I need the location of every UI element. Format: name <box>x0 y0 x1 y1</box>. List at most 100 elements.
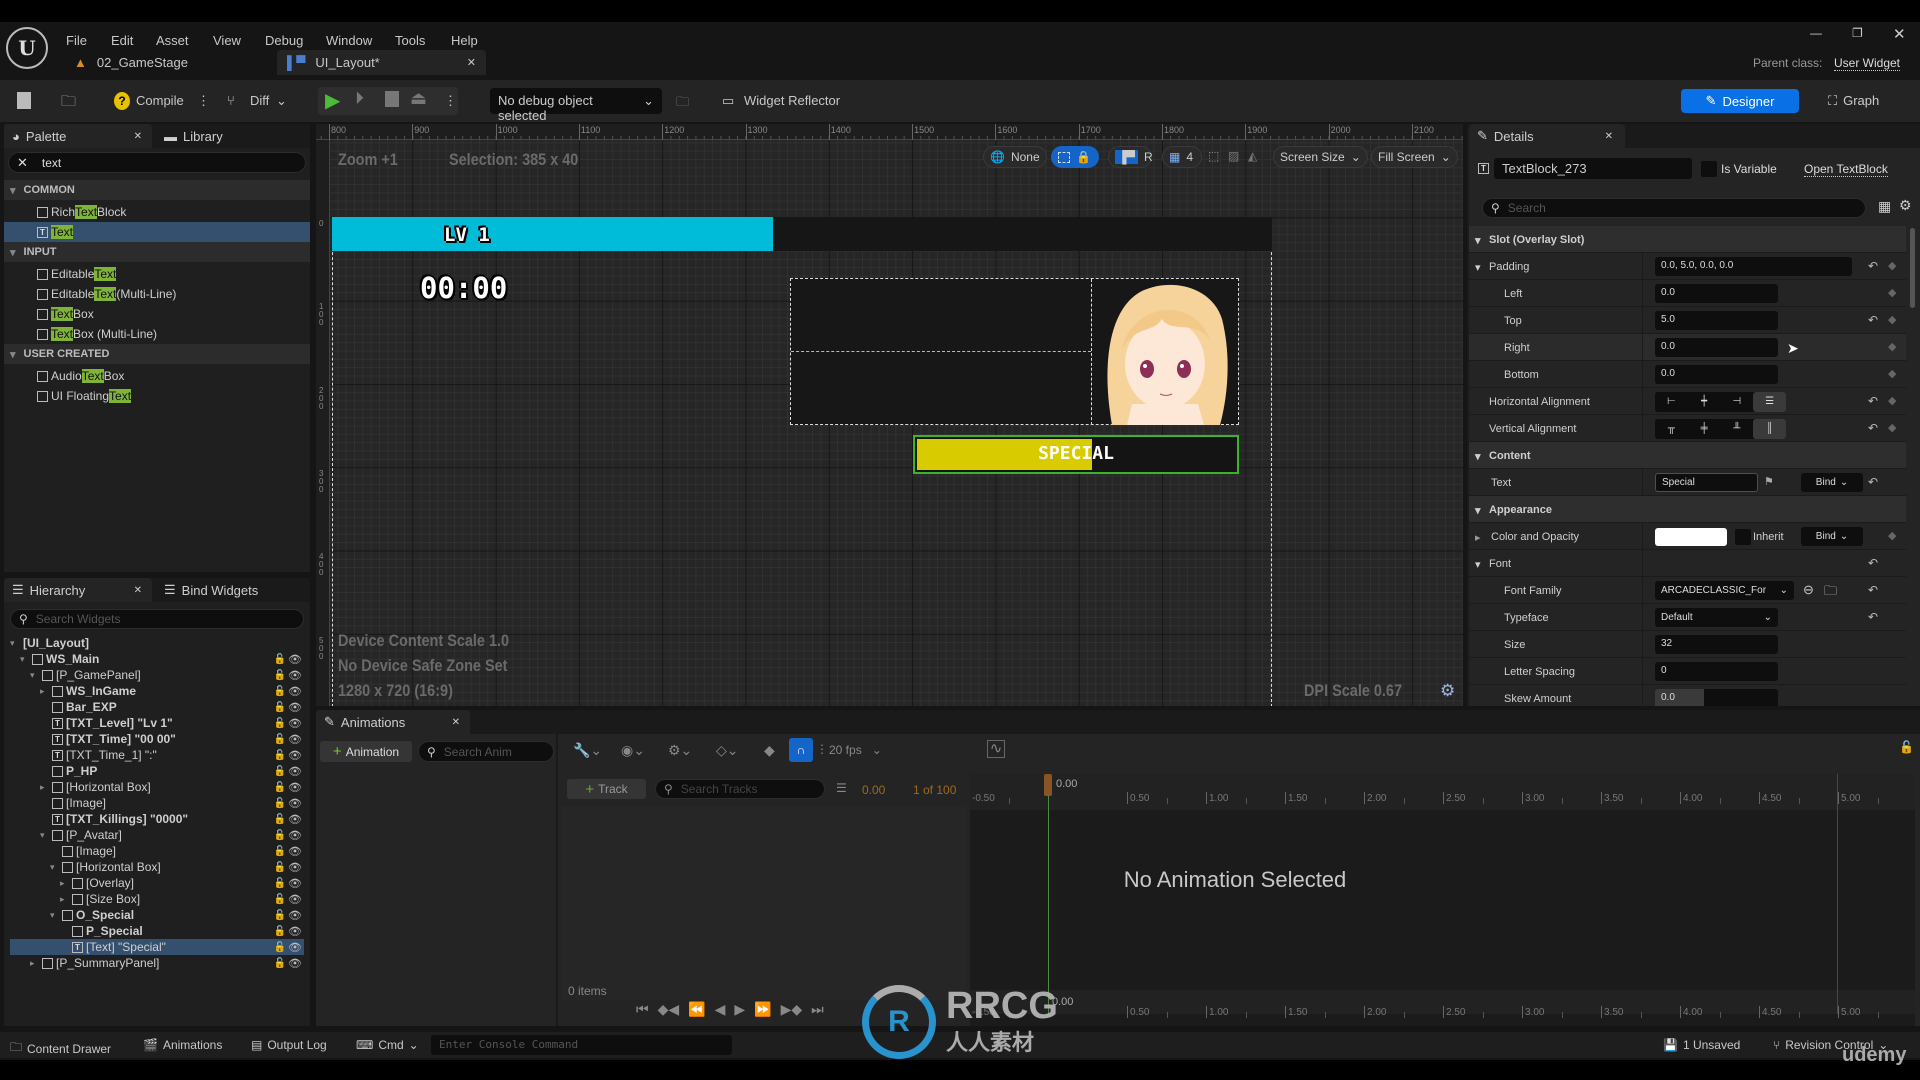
designer-button[interactable]: ✎ Designer <box>1681 89 1799 113</box>
palette-item[interactable]: Editable Text (Multi-Line) <box>4 284 310 304</box>
restore-button[interactable]: ❐ <box>1852 26 1863 40</box>
keyframe-icon[interactable]: ◆ <box>1888 313 1896 326</box>
auto-key-icon[interactable]: ◆ <box>764 742 775 759</box>
graph-button[interactable]: ⛶ Graph <box>1828 93 1879 109</box>
visibility-eye-icon[interactable]: 👁 <box>288 925 302 938</box>
localization-preview-button[interactable]: 🌐 None <box>983 146 1047 168</box>
visibility-eye-icon[interactable]: 👁 <box>288 733 302 746</box>
tab-ui-layout[interactable]: ▌▀ UI_Layout* ✕ <box>277 50 486 75</box>
padding-left-input[interactable]: 0.0 <box>1655 284 1778 303</box>
lock-icon[interactable]: 🔓 <box>274 894 286 905</box>
tab-02-gamestage[interactable]: ▲ 02_GameStage <box>64 50 264 75</box>
play-icon[interactable]: ▶ <box>325 88 340 113</box>
hierarchy-item[interactable]: P_HP 🔓 👁 <box>10 763 304 779</box>
play-options-icon[interactable]: ⋮ <box>444 93 457 109</box>
tab-bind-widgets[interactable]: ☰ Bind Widgets <box>156 578 258 602</box>
lock-icon[interactable]: 🔓 <box>274 878 286 889</box>
menu-help[interactable]: Help <box>451 33 478 48</box>
special-bar[interactable]: SPECIAL <box>913 435 1239 474</box>
snap-magnet-icon[interactable]: ∩ <box>789 738 813 762</box>
settings-gear-icon[interactable]: ⚙ <box>1899 197 1912 214</box>
minimize-button[interactable]: — <box>1810 26 1822 40</box>
menu-view[interactable]: View <box>213 33 241 48</box>
hierarchy-item[interactable]: Bar_EXP 🔓 👁 <box>10 699 304 715</box>
unsaved-button[interactable]: 💾 1 Unsaved <box>1663 1038 1740 1052</box>
reset-icon[interactable]: ↶ <box>1868 610 1878 624</box>
hierarchy-item[interactable]: ▾ [P_Avatar] 🔓 👁 <box>10 827 304 843</box>
open-textblock-link[interactable]: Open TextBlock <box>1804 162 1888 177</box>
collapse-icon[interactable]: ▾ <box>1475 261 1481 274</box>
visibility-eye-icon[interactable]: 👁 <box>288 701 302 714</box>
respect-locks-toggle[interactable]: ▐▀ R <box>1108 146 1153 168</box>
hierarchy-search-input[interactable]: ⚲ Search Widgets <box>10 609 304 629</box>
hierarchy-item[interactable]: T [TXT_Time_1] ":" 🔓 👁 <box>10 747 304 763</box>
hierarchy-item[interactable]: ▸ WS_InGame 🔓 👁 <box>10 683 304 699</box>
collapse-icon[interactable]: ▾ <box>50 910 60 921</box>
visibility-eye-icon[interactable]: 👁 <box>288 717 302 730</box>
view-options-icon[interactable]: ◉⌄ <box>621 742 645 759</box>
inherit-checkbox[interactable] <box>1735 529 1751 545</box>
hierarchy-item[interactable]: ▾ [Horizontal Box] 🔓 👁 <box>10 859 304 875</box>
visibility-eye-icon[interactable]: 👁 <box>288 845 302 858</box>
clear-search-icon[interactable]: ✕ <box>17 155 28 171</box>
align-top-icon[interactable]: ╥ <box>1655 419 1688 439</box>
cmd-dropdown[interactable]: ⌨ Cmd ⌄ <box>356 1038 419 1052</box>
parent-class-link[interactable]: User Widget <box>1834 56 1901 71</box>
menu-window[interactable]: Window <box>326 33 372 48</box>
hierarchy-item[interactable]: P_Special 🔓 👁 <box>10 923 304 939</box>
text-bind-dropdown[interactable]: Bind ⌄ <box>1801 473 1863 492</box>
reset-icon[interactable]: ↶ <box>1868 421 1878 435</box>
find-debug-icon[interactable]: 🗀 <box>676 93 689 115</box>
palette-category[interactable]: ▾ COMMON <box>4 180 310 200</box>
lock-icon[interactable]: 🔓 <box>274 846 286 857</box>
reset-icon[interactable]: ↶ <box>1868 556 1878 570</box>
add-animation-button[interactable]: + Animation <box>320 741 412 762</box>
widget-reflector-button[interactable]: Widget Reflector <box>744 93 840 108</box>
color-bind-dropdown[interactable]: Bind ⌄ <box>1801 527 1863 546</box>
select-mode-icon[interactable]: ⬚ <box>1208 149 1219 163</box>
unreal-logo-icon[interactable]: U <box>6 27 48 69</box>
playhead[interactable] <box>1048 774 1049 1014</box>
close-window-button[interactable]: ✕ <box>1893 25 1906 43</box>
browse-icon[interactable]: 🗀 <box>61 91 76 116</box>
align-fill-icon[interactable]: ☰ <box>1753 392 1786 412</box>
reset-icon[interactable]: ↶ <box>1868 583 1878 597</box>
palette-item[interactable]: Text Box (Multi-Line) <box>4 324 310 344</box>
hierarchy-item[interactable]: T [TXT_Level] "Lv 1" 🔓 👁 <box>10 715 304 731</box>
localization-flag-icon[interactable]: ⚑ <box>1764 475 1774 488</box>
lock-icon[interactable]: 🔓 <box>274 734 286 745</box>
use-selected-asset-icon[interactable]: ⊖ <box>1803 582 1814 598</box>
hierarchy-item[interactable]: ▾ WS_Main 🔓 👁 <box>10 651 304 667</box>
console-command-input[interactable]: Enter Console Command <box>431 1035 732 1055</box>
skew-amount-input[interactable]: 0.0 <box>1655 689 1778 706</box>
visibility-eye-icon[interactable]: 👁 <box>288 861 302 874</box>
key-options-icon[interactable]: ◇⌄ <box>716 742 739 759</box>
previous-key-icon[interactable]: ◆◀ <box>658 1001 680 1018</box>
menu-edit[interactable]: Edit <box>111 33 133 48</box>
padding-top-input[interactable]: 5.0 <box>1655 311 1778 330</box>
typeface-dropdown[interactable]: Default ⌄ <box>1655 608 1778 627</box>
flip-icon[interactable]: ◭ <box>1248 149 1257 163</box>
screen-size-dropdown[interactable]: Screen Size ⌄ <box>1273 146 1368 168</box>
details-search-input[interactable]: ⚲ Search <box>1482 198 1866 218</box>
keyframe-icon[interactable]: ◆ <box>1888 340 1896 353</box>
lock-icon[interactable]: 🔓 <box>274 686 286 697</box>
close-tab-icon[interactable]: ✕ <box>452 717 460 728</box>
search-animations-input[interactable]: ⚲ Search Anim <box>418 741 554 762</box>
lock-icon[interactable]: 🔓 <box>274 798 286 809</box>
tab-palette[interactable]: ◕ Palette ✕ <box>4 124 152 148</box>
snap-options-icon[interactable]: ⋮ <box>816 742 828 756</box>
close-tab-icon[interactable]: ✕ <box>134 585 142 596</box>
reset-icon[interactable]: ↶ <box>1868 313 1878 327</box>
background-image-icon[interactable]: ▨ <box>1228 149 1239 163</box>
level-text[interactable]: LV 1 <box>444 224 490 246</box>
padding-bottom-input[interactable]: 0.0 <box>1655 365 1778 384</box>
padding-input[interactable]: 0.0, 5.0, 0.0, 0.0 <box>1655 257 1852 276</box>
step-back-icon[interactable]: ⏪ <box>688 1001 705 1018</box>
designer-viewport[interactable]: 800 900 1000 1100 1200 1300 1400 1500 1600 1700 18… <box>316 124 1463 706</box>
expand-icon[interactable]: ▸ <box>40 782 50 793</box>
color-swatch[interactable] <box>1655 528 1727 546</box>
palette-search-input[interactable]: ✕ text <box>8 152 306 173</box>
visibility-eye-icon[interactable]: 👁 <box>288 941 302 954</box>
palette-item[interactable]: UI Floating Text <box>4 386 310 406</box>
